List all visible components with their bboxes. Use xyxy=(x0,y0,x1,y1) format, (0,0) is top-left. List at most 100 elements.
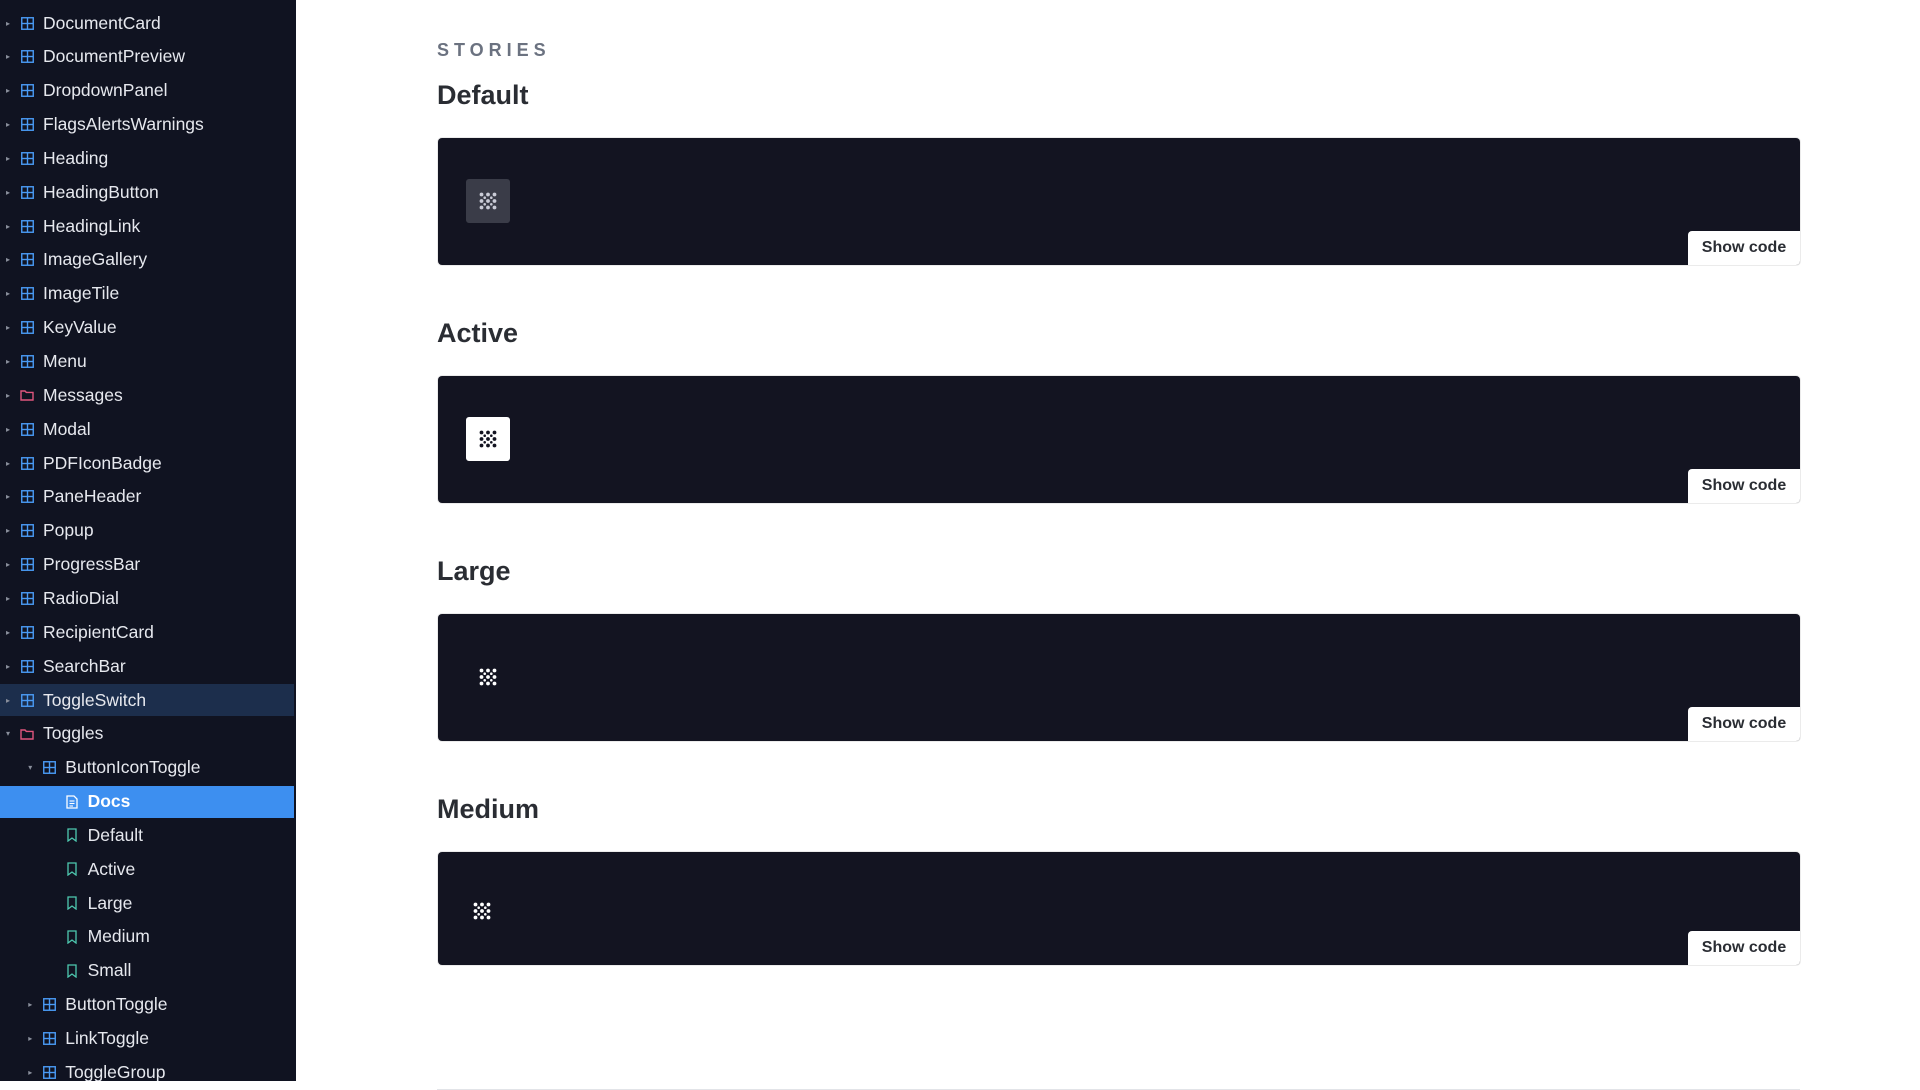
sidebar-item-label: ButtonToggle xyxy=(65,994,168,1015)
sidebar-item-label: Docs xyxy=(87,791,131,812)
chevron-right-icon: ▸ xyxy=(28,1000,33,1010)
sidebar-item-headinglink[interactable]: ▸ HeadingLink xyxy=(0,210,294,242)
chevron-right-icon: ▸ xyxy=(5,627,10,637)
chevron-right-icon: ▸ xyxy=(5,526,10,536)
sidebar-item-toggleswitch[interactable]: ▸ ToggleSwitch xyxy=(0,684,294,716)
sidebar-item-headingbutton[interactable]: ▸ HeadingButton xyxy=(0,176,294,208)
sidebar-item-popup[interactable]: ▸ Popup xyxy=(0,515,294,547)
sidebar-item-documentpreview[interactable]: ▸ DocumentPreview xyxy=(0,41,294,73)
show-code-button[interactable]: Show code xyxy=(1688,707,1800,741)
docs-main: STORIES Default Show code Active Show code L… xyxy=(296,0,1920,1090)
bookmark-icon xyxy=(65,828,79,843)
story-title-active: Active xyxy=(437,318,519,348)
chevron-right-icon: ▸ xyxy=(5,255,10,265)
sidebar-item-label: HeadingLink xyxy=(43,215,141,236)
sidebar-item-label: Small xyxy=(87,960,132,981)
sidebar-item-heading[interactable]: ▸ Heading xyxy=(0,142,294,174)
sidebar-item-flagsalertswarnings[interactable]: ▸ FlagsAlertsWarnings xyxy=(0,109,294,141)
sidebar-item-messages[interactable]: ▸ Messages xyxy=(0,379,294,411)
show-code-button[interactable]: Show code xyxy=(1688,231,1800,265)
chevron-right-icon: ▸ xyxy=(5,695,10,705)
story-title-large: Large xyxy=(437,556,511,586)
component-icon xyxy=(20,591,34,605)
bookmark-icon xyxy=(65,930,79,944)
component-icon xyxy=(20,524,34,538)
show-code-button[interactable]: Show code xyxy=(1688,931,1800,965)
button-icon-toggle-active[interactable] xyxy=(466,417,510,461)
sidebar-item-large[interactable]: Large xyxy=(0,887,294,919)
sidebar-item-medium[interactable]: Medium xyxy=(0,921,294,953)
sidebar-item-menu[interactable]: ▸ Menu xyxy=(0,346,294,378)
chevron-right-icon: ▸ xyxy=(5,153,10,163)
sidebar-item-documentcard[interactable]: ▸ DocumentCard xyxy=(0,7,294,39)
caret-spacer xyxy=(48,864,58,874)
component-icon xyxy=(20,456,34,470)
sidebar-item-label: LinkToggle xyxy=(65,1028,149,1048)
show-code-button[interactable]: Show code xyxy=(1688,469,1800,503)
chevron-right-icon: ▸ xyxy=(5,560,10,570)
sidebar-item-label: Messages xyxy=(43,384,123,405)
sidebar-item-imagetile[interactable]: ▸ ImageTile xyxy=(0,278,294,310)
sidebar-item-label: ToggleGroup xyxy=(65,1061,166,1081)
component-icon xyxy=(20,490,34,504)
sidebar-item-dropdownpanel[interactable]: ▸ DropdownPanel xyxy=(0,75,294,107)
sidebar-item-active[interactable]: Active xyxy=(0,853,294,885)
chevron-right-icon: ▸ xyxy=(5,458,10,468)
component-icon xyxy=(20,219,34,233)
sidebar-item-modal[interactable]: ▸ Modal xyxy=(0,413,294,445)
sidebar-item-imagegallery[interactable]: ▸ ImageGallery xyxy=(0,244,294,276)
sidebar-item-label: DocumentPreview xyxy=(43,46,185,67)
sidebar-item-label: ImageTile xyxy=(43,283,120,304)
sidebar-item-label: Popup xyxy=(43,520,94,541)
button-icon-toggle-default[interactable] xyxy=(466,179,510,223)
sidebar-item-buttontoggle[interactable]: ▸ ButtonToggle xyxy=(0,989,294,1021)
dialpad-icon xyxy=(478,191,498,211)
story-preview-medium: Show code xyxy=(438,852,1800,965)
dialpad-icon xyxy=(478,667,498,687)
sidebar-item-buttonicontoggle[interactable]: ▾ ButtonIconToggle xyxy=(0,752,294,784)
sidebar-item-label: Modal xyxy=(43,418,91,439)
sidebar-item-linktoggle[interactable]: ▸ LinkToggle xyxy=(0,1023,294,1055)
caret-spacer xyxy=(48,898,58,908)
component-icon xyxy=(20,185,34,199)
sidebar-item-default[interactable]: Default xyxy=(0,819,294,851)
sidebar-item-small[interactable]: Small xyxy=(0,955,294,987)
chevron-down-icon: ▾ xyxy=(28,763,33,773)
sidebar-item-label: Toggles xyxy=(43,723,104,744)
sidebar-item-pdficonbadge[interactable]: ▸ PDFIconBadge xyxy=(0,447,294,479)
sidebar-item-paneheader[interactable]: ▸ PaneHeader xyxy=(0,481,294,513)
chevron-right-icon: ▸ xyxy=(28,1034,33,1043)
sidebar-item-togglegroup[interactable]: ▸ ToggleGroup xyxy=(0,1056,294,1081)
sidebar-item-label: Medium xyxy=(87,926,150,947)
chevron-right-icon: ▸ xyxy=(5,86,10,96)
sidebar-item-label: ButtonIconToggle xyxy=(65,757,201,778)
sidebar-item-toggles[interactable]: ▾ Toggles xyxy=(0,718,294,750)
chevron-right-icon: ▸ xyxy=(5,492,10,502)
sidebar-item-keyvalue[interactable]: ▸ KeyValue xyxy=(0,312,294,344)
chevron-right-icon: ▸ xyxy=(5,424,10,434)
sidebar-item-label: Default xyxy=(87,824,144,845)
component-icon xyxy=(20,625,34,639)
sidebar-item-label: ImageGallery xyxy=(43,249,148,270)
sidebar-item-radiodial[interactable]: ▸ RadioDial xyxy=(0,582,294,614)
document-icon xyxy=(65,794,79,809)
sidebar-item-label: PaneHeader xyxy=(43,486,142,507)
button-icon-toggle-large[interactable] xyxy=(466,655,510,699)
button-icon-toggle-medium[interactable] xyxy=(466,895,498,927)
sidebar-item-label: Large xyxy=(87,892,133,913)
component-icon xyxy=(20,659,34,673)
folder-icon xyxy=(20,727,34,741)
story-preview-large: Show code xyxy=(438,614,1800,741)
sidebar-item-label: Active xyxy=(87,858,136,879)
caret-spacer xyxy=(48,932,58,942)
component-icon xyxy=(42,998,56,1012)
sidebar-item-recipientcard[interactable]: ▸ RecipientCard xyxy=(0,616,294,648)
sidebar-item-docs[interactable]: Docs xyxy=(0,785,294,818)
sidebar-item-progressbar[interactable]: ▸ ProgressBar xyxy=(0,549,294,581)
chevron-right-icon: ▸ xyxy=(5,390,10,400)
component-icon xyxy=(20,558,34,572)
sidebar-item-label: DropdownPanel xyxy=(43,80,168,101)
sidebar-item-label: RadioDial xyxy=(43,587,119,608)
sidebar-item-searchbar[interactable]: ▸ SearchBar xyxy=(0,650,294,682)
component-icon xyxy=(20,355,34,369)
